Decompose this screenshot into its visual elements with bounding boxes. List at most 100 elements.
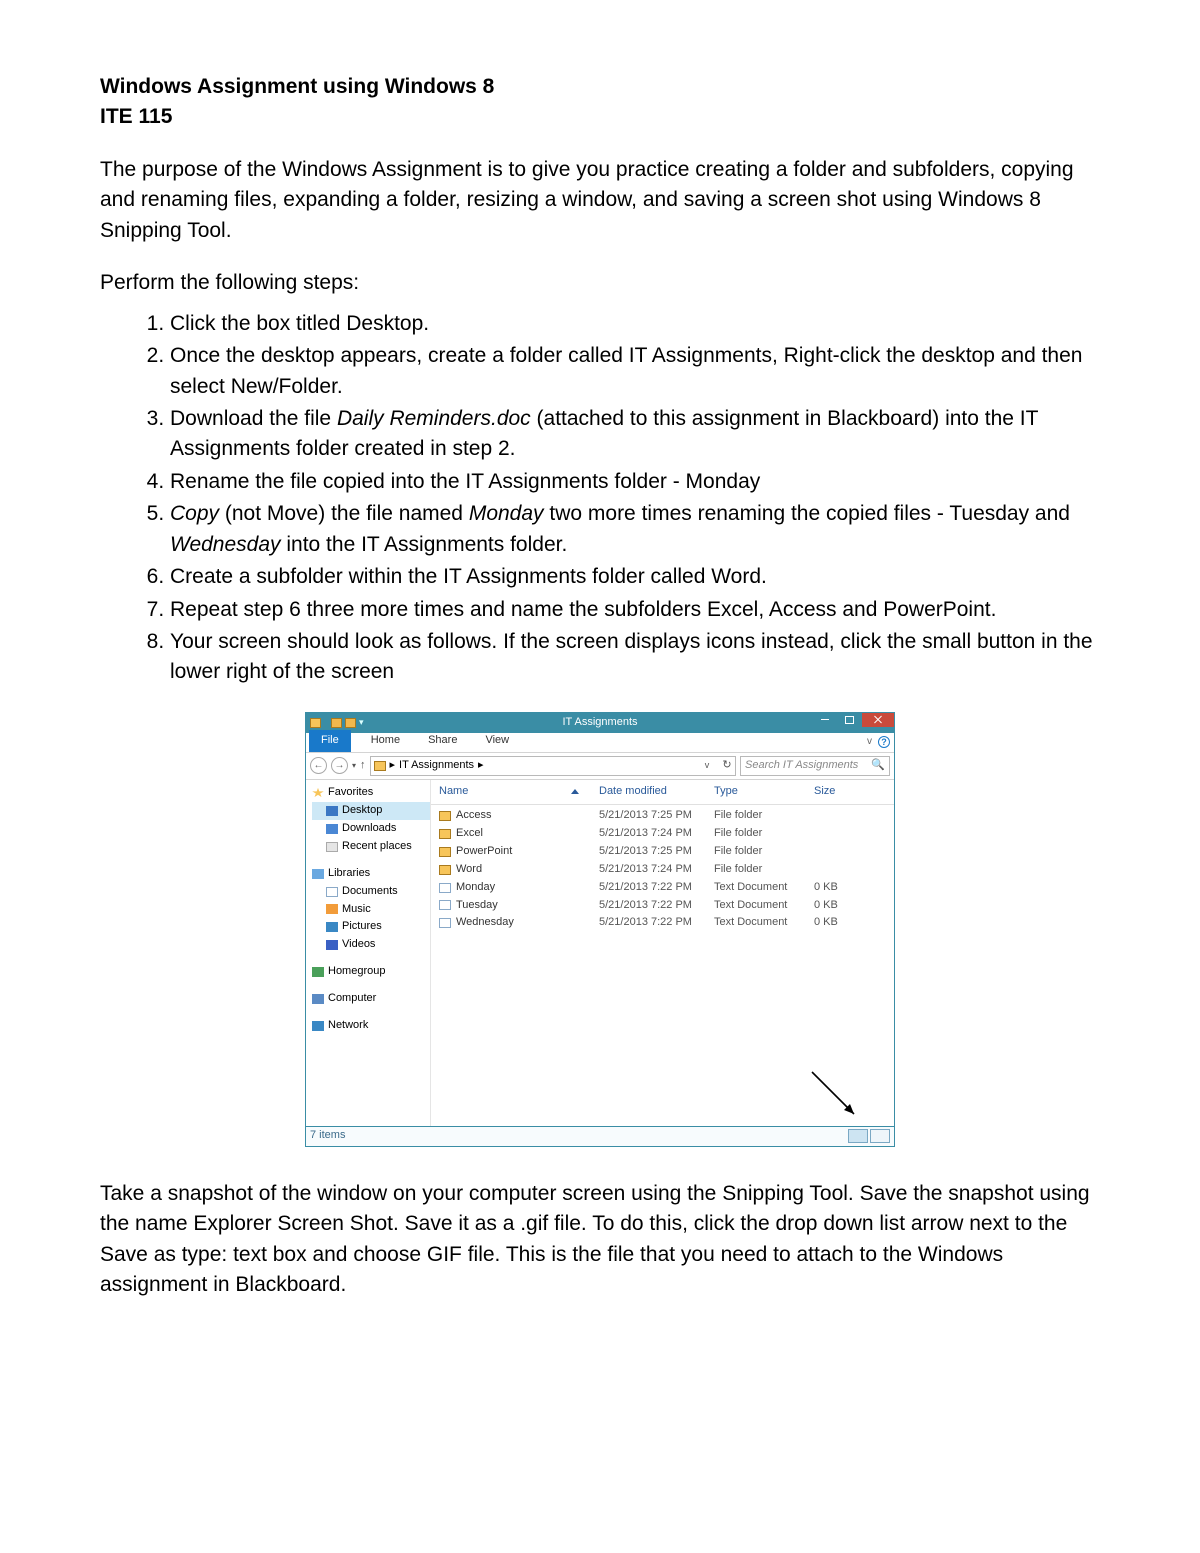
file-name: PowerPoint: [456, 844, 512, 860]
homegroup-icon: [312, 967, 324, 977]
doc-title-1: Windows Assignment using Windows 8: [100, 72, 1100, 102]
nav-music[interactable]: Music: [312, 901, 430, 919]
music-icon: [326, 904, 338, 914]
file-date: 5/21/2013 7:22 PM: [599, 915, 714, 931]
col-type[interactable]: Type: [714, 784, 814, 800]
doc-title-2: ITE 115: [100, 102, 1100, 132]
nav-computer[interactable]: Computer: [312, 990, 430, 1008]
nav-recent-places[interactable]: Recent places: [312, 838, 430, 856]
tab-file[interactable]: File: [309, 730, 351, 752]
ribbon-tabs: File Home Share View v ?: [306, 733, 894, 753]
folder-icon: [439, 811, 451, 821]
file-name: Word: [456, 862, 482, 878]
step-7: Repeat step 6 three more times and name …: [170, 595, 1100, 625]
nav-homegroup[interactable]: Homegroup: [312, 963, 430, 981]
window-title: IT Assignments: [306, 715, 894, 731]
status-bar: 7 items: [306, 1126, 894, 1146]
file-type: File folder: [714, 808, 814, 824]
libraries-icon: [312, 869, 324, 879]
nav-desktop[interactable]: Desktop: [312, 802, 430, 820]
address-bar[interactable]: ▸ IT Assignments ▸ v ↻: [370, 756, 736, 776]
search-input[interactable]: Search IT Assignments 🔍: [740, 756, 890, 776]
file-name: Access: [456, 808, 491, 824]
perform-label: Perform the following steps:: [100, 268, 1100, 298]
breadcrumb-folder[interactable]: IT Assignments: [399, 758, 474, 774]
file-date: 5/21/2013 7:24 PM: [599, 826, 714, 842]
col-date[interactable]: Date modified: [599, 784, 714, 800]
help-icon[interactable]: ?: [878, 736, 890, 748]
file-date: 5/21/2013 7:25 PM: [599, 808, 714, 824]
search-icon: 🔍: [871, 758, 885, 774]
nav-libraries[interactable]: Libraries: [312, 865, 430, 883]
file-row[interactable]: Access 5/21/2013 7:25 PMFile folder: [431, 807, 894, 825]
col-size[interactable]: Size: [814, 784, 864, 800]
close-button[interactable]: [862, 713, 894, 727]
file-row[interactable]: Word 5/21/2013 7:24 PMFile folder: [431, 861, 894, 879]
file-type: Text Document: [714, 898, 814, 914]
file-date: 5/21/2013 7:25 PM: [599, 844, 714, 860]
desktop-icon: [326, 806, 338, 816]
icons-view-button[interactable]: [870, 1129, 890, 1143]
file-date: 5/21/2013 7:22 PM: [599, 898, 714, 914]
folder-icon: [439, 829, 451, 839]
tab-home[interactable]: Home: [363, 730, 408, 752]
minimize-button[interactable]: [812, 713, 837, 727]
forward-button[interactable]: →: [331, 757, 348, 774]
maximize-button[interactable]: [837, 713, 862, 727]
star-icon: [312, 788, 324, 798]
navigation-pane: Favorites Desktop Downloads Recent place…: [306, 780, 431, 1126]
step-3: Download the file Daily Reminders.doc (a…: [170, 404, 1100, 465]
recent-icon: [326, 842, 338, 852]
tab-share[interactable]: Share: [420, 730, 465, 752]
search-placeholder: Search IT Assignments: [745, 758, 858, 774]
nav-pictures[interactable]: Pictures: [312, 918, 430, 936]
col-name[interactable]: Name: [439, 784, 599, 800]
intro-paragraph: The purpose of the Windows Assignment is…: [100, 155, 1100, 246]
file-name: Monday: [456, 880, 495, 896]
nav-bar: ← → ▾ ↑ ▸ IT Assignments ▸ v ↻ Search IT…: [306, 753, 894, 780]
step-6: Create a subfolder within the IT Assignm…: [170, 562, 1100, 592]
steps-list: Click the box titled Desktop. Once the d…: [128, 309, 1100, 688]
file-row[interactable]: Wednesday5/21/2013 7:22 PMText Document0…: [431, 914, 894, 932]
recent-locations-icon[interactable]: ▾: [352, 760, 356, 772]
file-type: File folder: [714, 862, 814, 878]
file-type: File folder: [714, 826, 814, 842]
file-type: Text Document: [714, 880, 814, 896]
explorer-screenshot: ▾ IT Assignments File Home Share View v …: [100, 712, 1100, 1147]
file-list-pane: Name Date modified Type Size Access 5/21/…: [431, 780, 894, 1126]
file-type: Text Document: [714, 915, 814, 931]
step-8: Your screen should look as follows. If t…: [170, 627, 1100, 688]
file-row[interactable]: Monday5/21/2013 7:22 PMText Document0 KB: [431, 879, 894, 897]
nav-documents[interactable]: Documents: [312, 883, 430, 901]
file-icon: [439, 900, 451, 910]
details-view-button[interactable]: [848, 1129, 868, 1143]
refresh-icon[interactable]: ↻: [719, 758, 735, 774]
ribbon-collapse-icon[interactable]: v: [867, 735, 872, 750]
up-button[interactable]: ↑: [360, 758, 366, 774]
step-4: Rename the file copied into the IT Assig…: [170, 467, 1100, 497]
tab-view[interactable]: View: [477, 730, 517, 752]
computer-icon: [312, 994, 324, 1004]
pictures-icon: [326, 922, 338, 932]
file-size: 0 KB: [814, 880, 864, 896]
file-name: Excel: [456, 826, 483, 842]
folder-icon: [439, 865, 451, 875]
videos-icon: [326, 940, 338, 950]
file-icon: [439, 918, 451, 928]
nav-network[interactable]: Network: [312, 1017, 430, 1035]
step-1: Click the box titled Desktop.: [170, 309, 1100, 339]
file-row[interactable]: Tuesday 5/21/2013 7:22 PMText Document0 K…: [431, 897, 894, 915]
file-size: 0 KB: [814, 898, 864, 914]
file-row[interactable]: PowerPoint5/21/2013 7:25 PMFile folder: [431, 843, 894, 861]
nav-videos[interactable]: Videos: [312, 936, 430, 954]
file-name: Tuesday: [456, 898, 498, 914]
nav-favorites[interactable]: Favorites: [312, 784, 430, 802]
file-row[interactable]: Excel 5/21/2013 7:24 PMFile folder: [431, 825, 894, 843]
back-button[interactable]: ←: [310, 757, 327, 774]
step-5: Copy (not Move) the file named Monday tw…: [170, 499, 1100, 560]
downloads-icon: [326, 824, 338, 834]
nav-downloads[interactable]: Downloads: [312, 820, 430, 838]
file-date: 5/21/2013 7:24 PM: [599, 862, 714, 878]
address-dropdown-icon[interactable]: v: [699, 759, 715, 772]
folder-icon: [374, 761, 386, 771]
